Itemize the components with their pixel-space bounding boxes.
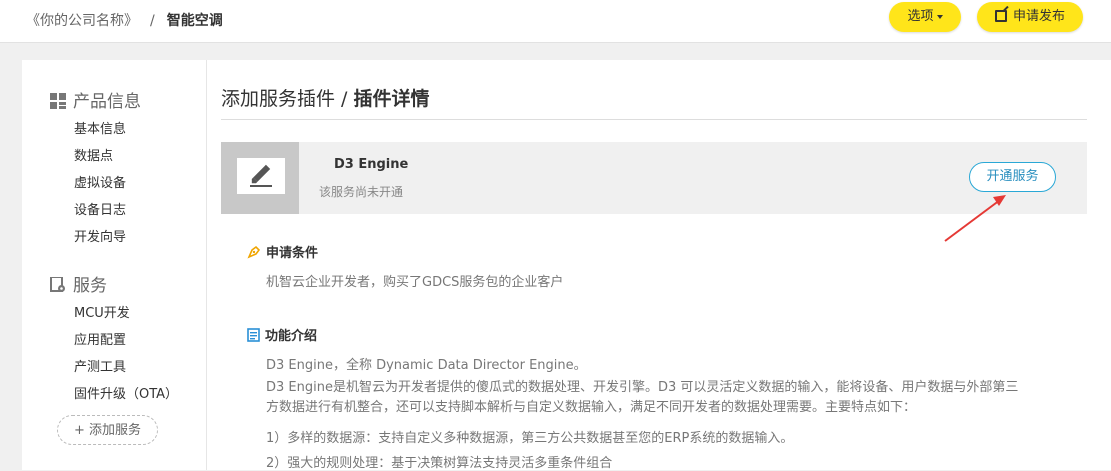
sidebar-item-app-config[interactable]: 应用配置 [74,329,126,348]
plugin-status: 该服务尚未开通 [319,185,404,199]
intro-line: D3 Engine，全称 Dynamic Data Director Engin… [266,358,587,373]
intro-point-2: 2）强大的规则处理：基于决策树算法支持灵活多重条件组合 [266,456,613,471]
sidebar-group-service: 服务 [50,271,107,296]
sidebar-group-service-label: 服务 [73,276,107,296]
sidebar: 产品信息 基本信息 数据点 虚拟设备 设备日志 开发向导 服务 MCU开发 应用… [22,60,207,470]
content-panel: 产品信息 基本信息 数据点 虚拟设备 设备日志 开发向导 服务 MCU开发 应用… [22,60,1111,471]
plugin-card: D3 Engine 该服务尚未开通 开通服务 [221,142,1087,214]
main-content: 添加服务插件 / 插件详情 D3 Engine 该服务尚未开通 开通服务 申请条… [221,60,1087,471]
page-title-current: 插件详情 [353,88,430,110]
sidebar-item-basic-info[interactable]: 基本信息 [74,118,126,137]
sidebar-item-ota[interactable]: 固件升级（OTA） [74,383,178,402]
plugin-name: D3 Engine [334,157,409,172]
title-divider [221,119,1087,120]
page-title-parent[interactable]: 添加服务插件 / [221,88,353,110]
pen-nib-icon [247,245,261,259]
publish-button[interactable]: 申请发布 [977,2,1083,32]
sidebar-item-dev-guide[interactable]: 开发向导 [74,226,126,245]
activate-service-button[interactable]: 开通服务 [969,162,1056,192]
pencil-icon [250,164,272,187]
intro-paragraph: D3 Engine是机智云为开发者提供的傻瓜式的数据处理、开发引擎。D3 可以灵… [266,380,1019,415]
sidebar-item-virtual-device[interactable]: 虚拟设备 [74,172,126,191]
sidebar-item-mcu-dev[interactable]: MCU开发 [74,302,130,321]
options-button[interactable]: 选项 [889,2,961,32]
top-bar: 《你的公司名称》 / 智能空调 选项 申请发布 [0,0,1111,43]
caret-down-icon [936,14,943,19]
intro-heading: 功能介绍 [247,325,317,344]
sidebar-item-test-tools[interactable]: 产测工具 [74,356,126,375]
document-icon [247,328,260,342]
service-icon [50,277,65,292]
conditions-heading: 申请条件 [247,242,318,261]
sidebar-item-device-log[interactable]: 设备日志 [74,199,126,218]
options-label: 选项 [907,9,934,24]
page-title: 添加服务插件 / 插件详情 [221,84,430,111]
publish-label: 申请发布 [1012,9,1065,24]
intro-heading-label: 功能介绍 [265,329,318,344]
conditions-text: 机智云企业开发者，购买了GDCS服务包的企业客户 [266,275,564,290]
breadcrumb: 《你的公司名称》 / 智能空调 [26,10,223,30]
conditions-heading-label: 申请条件 [266,246,319,261]
sidebar-group-product: 产品信息 [50,87,141,112]
breadcrumb-product: 智能空调 [166,13,223,29]
breadcrumb-company[interactable]: 《你的公司名称》 [26,13,138,29]
breadcrumb-separator: / [150,13,155,29]
plugin-thumbnail [221,142,299,214]
sidebar-group-product-label: 产品信息 [73,92,141,112]
plugin-pad [237,158,285,194]
sidebar-item-datapoints[interactable]: 数据点 [74,145,113,164]
grid-icon [50,93,66,109]
intro-point-1: 1）多样的数据源：支持自定义多种数据源，第三方公共数据甚至您的ERP系统的数据输… [266,431,794,446]
external-link-icon [994,10,1007,22]
add-service-button[interactable]: + 添加服务 [57,415,158,445]
